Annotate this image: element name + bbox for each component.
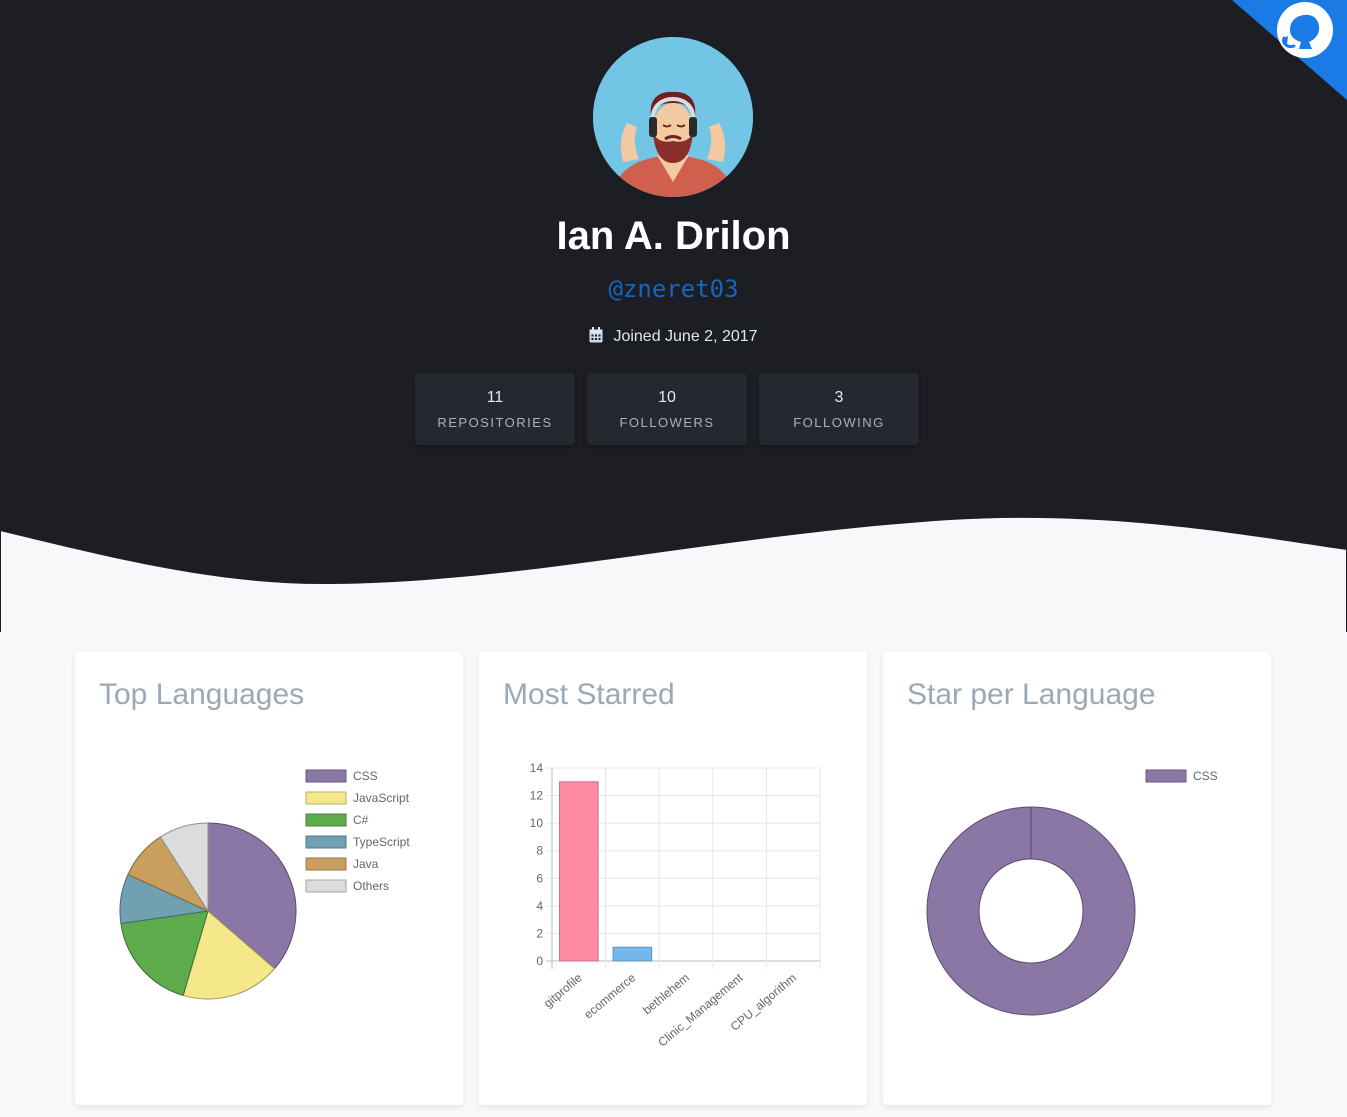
y-tick-label: 4	[536, 899, 543, 913]
stat-label: FOLLOWING	[793, 415, 885, 430]
profile-handle-link[interactable]: @zneret03	[0, 275, 1347, 303]
most-starred-card: 0 2 4 6 8 10 12 14 gitprofile ecommerce bethlehem C…	[479, 652, 867, 1105]
star-per-language-card: CSS Star per Language	[883, 652, 1271, 1105]
legend-swatch	[305, 835, 347, 849]
x-tick-label: gitprofile	[541, 970, 585, 1010]
profile-name: Ian A. Drilon	[556, 214, 791, 258]
bar	[612, 946, 653, 962]
stat-followers[interactable]: 10 FOLLOWERS	[587, 373, 747, 445]
card-title: Top Languages	[99, 678, 305, 711]
stat-value: 11	[486, 389, 504, 406]
legend-swatch	[305, 857, 347, 871]
card-title: Most Starred	[503, 678, 675, 711]
most-starred-chart: 02468101214gitprofileecommerce bethlehemC…	[530, 761, 821, 1049]
legend-swatch	[305, 879, 347, 893]
y-tick-label: 8	[536, 844, 543, 858]
github-corner-link[interactable]	[1232, 0, 1347, 100]
joined-text: Joined June 2, 2017	[613, 328, 758, 345]
y-tick-label: 2	[536, 926, 543, 940]
avatar-illustration	[593, 37, 753, 197]
legend-label: CSS	[1193, 769, 1218, 783]
legend-label: JavaScript	[353, 791, 410, 805]
card-title: Star per Language	[907, 678, 1156, 711]
stat-value: 3	[834, 389, 844, 406]
top-languages-chart: CSS JavaScript C# TypeScript Java Others	[119, 769, 410, 1000]
stat-label: FOLLOWERS	[619, 415, 715, 430]
top-languages-card: CSS JavaScript C# TypeScript Java Others Top …	[75, 652, 463, 1105]
legend-swatch	[305, 769, 347, 783]
avatar	[593, 37, 753, 197]
joined-date: Joined June 2, 2017	[0, 327, 1347, 346]
y-tick-label: 6	[536, 871, 543, 885]
y-tick-label: 12	[530, 789, 544, 803]
y-tick-label: 14	[530, 761, 544, 775]
calendar-icon	[589, 327, 603, 343]
y-tick-label: 10	[530, 816, 544, 830]
bar	[559, 781, 599, 962]
legend-swatch	[1145, 769, 1187, 783]
legend-label: TypeScript	[353, 835, 410, 849]
legend-label: CSS	[353, 769, 378, 783]
legend-label: Others	[353, 879, 389, 893]
stat-label: REPOSITORIES	[437, 415, 553, 430]
stats-row: 11 REPOSITORIES 10 FOLLOWERS 3 FOLLOWING	[415, 373, 919, 445]
legend-swatch	[305, 791, 347, 805]
x-tick-label: bethlehem	[640, 971, 692, 1018]
legend-label: Java	[353, 857, 379, 871]
stat-repositories[interactable]: 11 REPOSITORIES	[415, 373, 575, 445]
github-octocat-icon	[1232, 0, 1347, 100]
stat-value: 10	[658, 389, 676, 406]
x-tick-label: ecommerce	[581, 970, 638, 1021]
profile-header: Ian A. Drilon @zneret03 Joined June 2, 2…	[0, 0, 1347, 632]
legend-label: C#	[353, 813, 369, 827]
legend-swatch	[305, 813, 347, 827]
star-per-language-chart: CSS	[926, 769, 1218, 1016]
stat-following[interactable]: 3 FOLLOWING	[759, 373, 919, 445]
y-tick-label: 0	[536, 954, 543, 968]
